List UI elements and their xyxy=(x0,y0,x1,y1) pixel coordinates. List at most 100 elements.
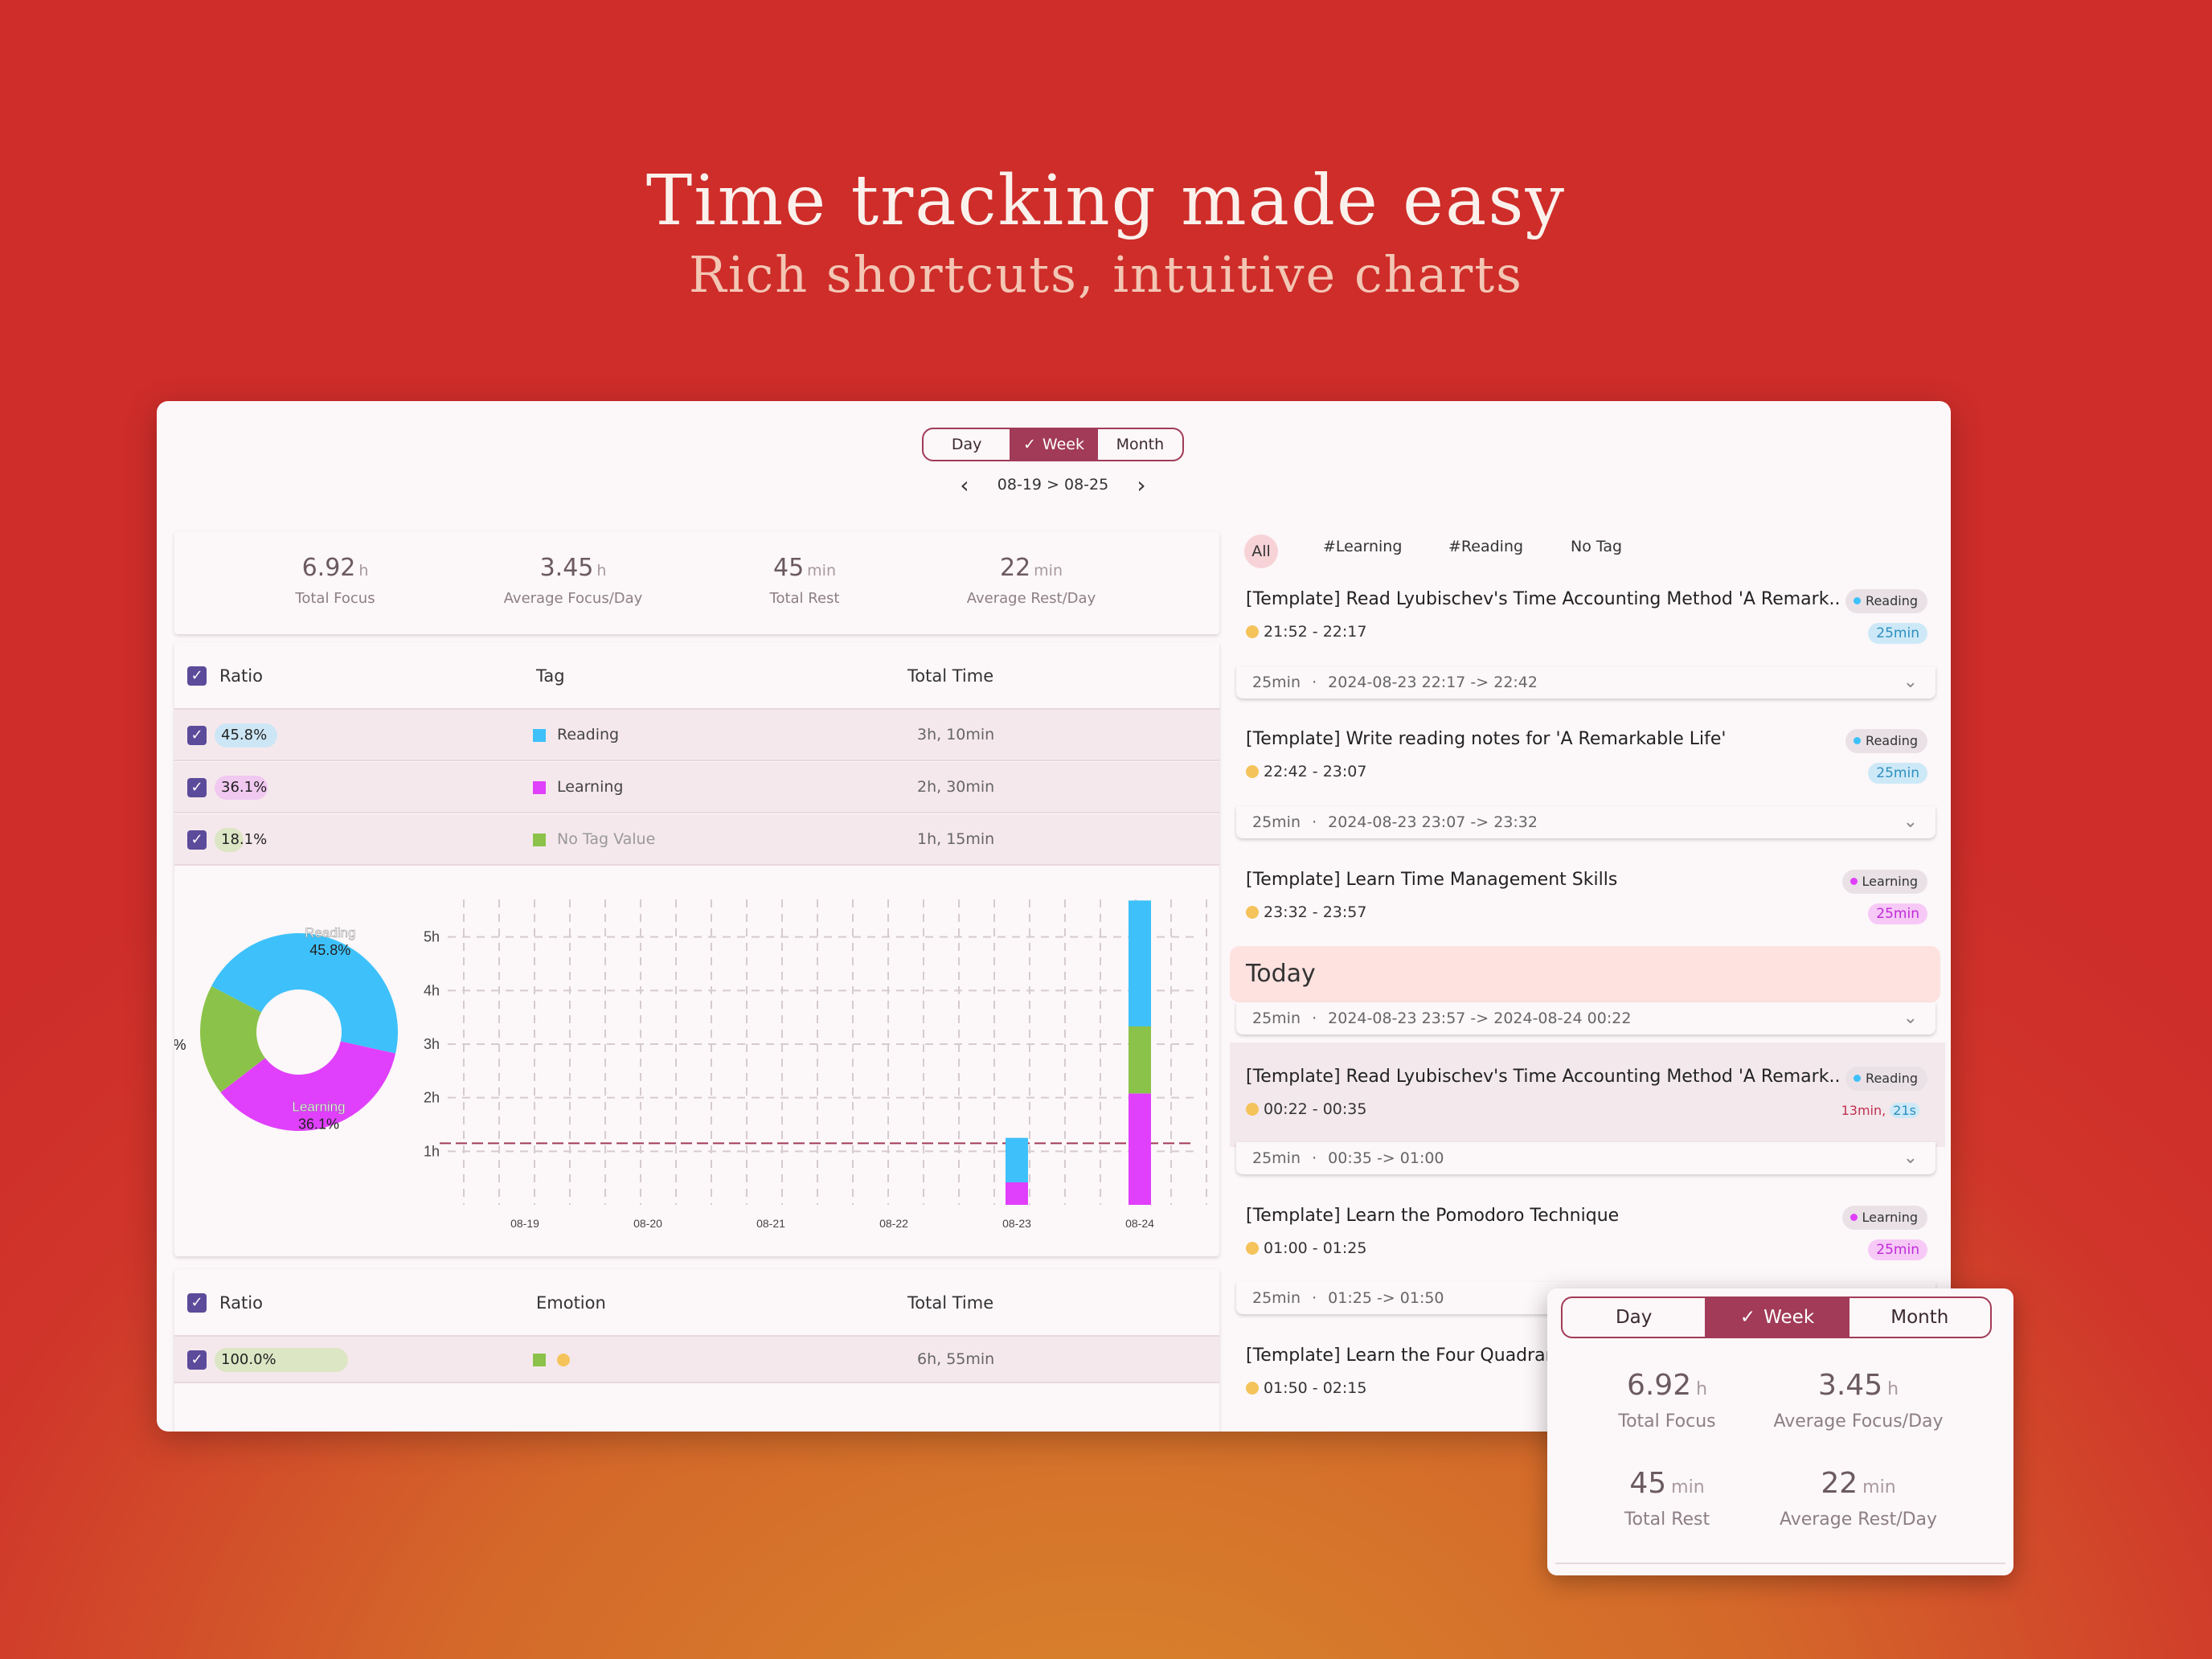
emotion-table-card: ✓ Ratio Emotion Total Time ✓ 100.0% 6h, … xyxy=(174,1269,1219,1432)
table-row[interactable]: ✓ 36.1% Learning 2h, 30min xyxy=(174,762,1219,813)
tag-badge-label: Reading xyxy=(1866,1071,1918,1086)
summary-stats: 6.92 h Total Focus 3.45 h Average Focus/Day … xyxy=(174,531,1219,634)
chevron-down-icon[interactable]: ⌄ xyxy=(1903,666,1918,698)
tag-badge-label: Reading xyxy=(1866,733,1918,748)
rest-row[interactable]: 25min · 00:35 -> 01:00 ⌄ xyxy=(1236,1142,1936,1174)
select-all-checkbox[interactable]: ✓ xyxy=(187,1293,207,1313)
table-row[interactable]: ✓ 45.8% Reading 3h, 10min xyxy=(174,710,1219,761)
stat-total-focus: 6.92 h Total Focus xyxy=(239,554,432,607)
range-week-button[interactable]: ✓ Week xyxy=(1705,1298,1848,1337)
chevron-right-icon[interactable]: › xyxy=(1129,472,1153,498)
tag-pie-chart: Reading 45.8% Learning 36.1% 18.1% xyxy=(174,925,399,1132)
date-nav: ‹ 08-19 > 08-25 › xyxy=(952,470,1153,499)
rest-separator: · xyxy=(1312,1149,1317,1167)
tag-badge: Learning xyxy=(1841,870,1927,894)
range-day-button[interactable]: Day xyxy=(1563,1298,1705,1337)
emoji-icon xyxy=(1246,906,1259,919)
rest-row[interactable]: 25min · 2024-08-23 23:07 -> 23:32 ⌄ xyxy=(1236,806,1936,838)
y-tick-label: 3h xyxy=(424,1036,440,1052)
ratio-pill: 45.8% xyxy=(215,723,277,748)
chevron-down-icon[interactable]: ⌄ xyxy=(1903,1142,1918,1174)
bar-segment-reading xyxy=(1006,1137,1028,1182)
chevron-down-icon[interactable]: ⌄ xyxy=(1903,1002,1918,1034)
range-week-button[interactable]: ✓ Week xyxy=(1010,429,1096,460)
emoji-icon xyxy=(1246,1382,1259,1395)
stat-unit: h xyxy=(1887,1379,1899,1399)
filter-no-tag[interactable]: No Tag xyxy=(1571,538,1622,555)
duration-minutes: 13min, xyxy=(1841,1103,1886,1118)
tag-color-swatch xyxy=(533,781,546,794)
bar-segment-learning xyxy=(1006,1182,1028,1205)
tag-time: 1h, 15min xyxy=(917,830,995,848)
row-checkbox[interactable]: ✓ xyxy=(187,726,207,745)
stat-unit: h xyxy=(1696,1379,1708,1399)
session-time: 01:00 - 01:25 xyxy=(1246,1239,1366,1257)
session-time: 21:52 - 22:17 xyxy=(1246,623,1366,641)
range-month-button[interactable]: Month xyxy=(1096,429,1182,460)
header-total-time: Total Time xyxy=(907,1293,994,1313)
session-title: [Template] Learn the Pomodoro Technique xyxy=(1246,1206,1620,1226)
session-item[interactable]: [Template] Learn the Pomodoro Technique … xyxy=(1230,1190,1945,1284)
rest-range: 01:25 -> 01:50 xyxy=(1328,1289,1444,1307)
pie-slice-label: Reading xyxy=(305,925,355,940)
pie-slice-label: Learning xyxy=(292,1099,345,1114)
session-item[interactable]: [Template] Learn Time Management Skills … xyxy=(1230,854,1945,942)
app-window: Day ✓ Week Month ‹ 08-19 > 08-25 › 6.92 h T… xyxy=(157,401,1951,1432)
chevron-left-icon[interactable]: ‹ xyxy=(952,472,977,498)
stat-average-focus: 3.45 h Average Focus/Day xyxy=(477,554,670,607)
pie-data-label: 45.8% xyxy=(309,942,350,958)
chevron-down-icon[interactable]: ⌄ xyxy=(1903,806,1918,838)
ratio-pill: 18.1% xyxy=(215,828,267,852)
reading-dot-icon xyxy=(1854,737,1862,744)
rest-separator: · xyxy=(1312,1010,1317,1027)
learning-dot-icon xyxy=(1849,878,1858,885)
row-checkbox[interactable]: ✓ xyxy=(187,778,207,797)
session-title: [Template] Read Lyubischev's Time Accoun… xyxy=(1246,589,1841,609)
stat-value: 3.45 xyxy=(1817,1369,1883,1402)
duration-badge: 13min, 21s xyxy=(1833,1100,1927,1121)
filter-learning[interactable]: #Learning xyxy=(1323,538,1402,555)
row-checkbox[interactable]: ✓ xyxy=(187,1350,207,1370)
table-row[interactable]: ✓ 100.0% 6h, 55min xyxy=(174,1337,1219,1383)
stat-label: Average Focus/Day xyxy=(1773,1411,1944,1432)
rest-duration: 25min xyxy=(1252,674,1301,691)
rest-row[interactable]: 25min · 2024-08-23 22:17 -> 22:42 ⌄ xyxy=(1236,666,1936,698)
tag-badge: Learning xyxy=(1841,1206,1927,1230)
duration-badge: 25min xyxy=(1868,623,1927,644)
x-tick-label: 08-20 xyxy=(633,1217,662,1230)
session-item[interactable]: [Template] Read Lyubischev's Time Accoun… xyxy=(1230,1043,1945,1147)
header-emotion: Emotion xyxy=(536,1293,606,1313)
select-all-checkbox[interactable]: ✓ xyxy=(187,666,207,686)
table-row[interactable]: ✓ 18.1% No Tag Value 1h, 15min xyxy=(174,814,1219,866)
stat-total-focus: 6.92 h Total Focus xyxy=(1571,1369,1763,1432)
range-week-label: Week xyxy=(1042,436,1084,453)
rest-duration: 25min xyxy=(1252,1289,1301,1307)
range-toggle: Day ✓ Week Month xyxy=(922,428,1184,461)
stat-label: Total Rest xyxy=(1624,1509,1710,1530)
rest-duration: 25min xyxy=(1252,1010,1301,1027)
rest-range: 2024-08-23 23:07 -> 23:32 xyxy=(1328,813,1538,831)
stat-unit: min xyxy=(807,562,837,580)
stat-unit: min xyxy=(1034,562,1063,580)
date-range-label: 08-19 > 08-25 xyxy=(997,476,1109,494)
rest-duration: 25min xyxy=(1252,1149,1301,1167)
row-checkbox[interactable]: ✓ xyxy=(187,830,207,850)
bar-segment-learning xyxy=(1129,1093,1151,1205)
stat-unit: min xyxy=(1671,1477,1705,1497)
stat-value: 3.45 xyxy=(539,554,594,582)
emotion-time: 6h, 55min xyxy=(917,1350,995,1368)
bar-segment-reading xyxy=(1129,900,1151,1026)
header-ratio: Ratio xyxy=(219,1293,263,1313)
range-month-button[interactable]: Month xyxy=(1847,1298,1990,1337)
stat-value: 22 xyxy=(999,554,1031,582)
filter-all[interactable]: All xyxy=(1244,535,1278,568)
x-tick-label: 08-21 xyxy=(756,1217,785,1230)
session-title: [Template] Write reading notes for 'A Re… xyxy=(1246,729,1727,749)
tag-badge: Reading xyxy=(1845,729,1927,753)
range-day-button[interactable]: Day xyxy=(924,429,1010,460)
stat-total-rest: 45 min Total Rest xyxy=(708,554,901,607)
emoji-icon xyxy=(1246,1103,1259,1116)
tag-table-card: ✓ Ratio Tag Total Time ✓ 45.8% Reading 3… xyxy=(174,642,1219,1256)
filter-reading[interactable]: #Reading xyxy=(1448,538,1523,555)
rest-row[interactable]: 25min · 2024-08-23 23:57 -> 2024-08-24 0… xyxy=(1236,1002,1936,1034)
